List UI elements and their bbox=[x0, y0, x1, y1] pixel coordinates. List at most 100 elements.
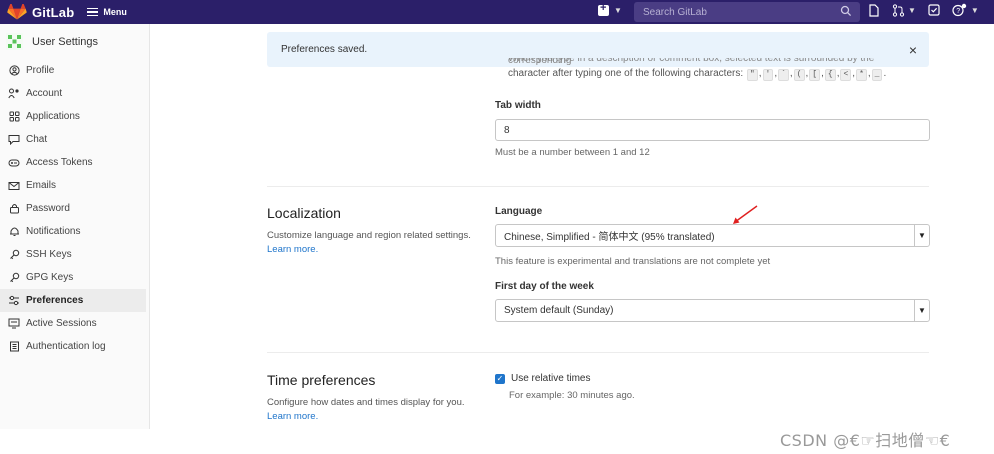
close-icon[interactable]: × bbox=[909, 42, 917, 58]
sidebar-item-label: Emails bbox=[26, 180, 57, 191]
surround-key: ` bbox=[778, 69, 789, 81]
tab-width-value: 8 bbox=[504, 124, 510, 136]
flash-message: Preferences saved. bbox=[281, 44, 368, 55]
sidebar-item-label: Account bbox=[26, 88, 63, 99]
issues-icon bbox=[869, 3, 879, 17]
brand-name: GitLab bbox=[32, 4, 75, 20]
checkmark-icon: ✓ bbox=[495, 373, 505, 384]
surround-help-text: character after typing one of the follow… bbox=[508, 68, 744, 79]
chevron-down-icon: ▼ bbox=[914, 300, 929, 321]
menu-button[interactable]: Menu bbox=[87, 7, 127, 17]
surround-key: < bbox=[840, 69, 852, 81]
sidebar-item-profile[interactable]: Profile bbox=[0, 59, 146, 82]
localization-desc-text: Customize language and region related se… bbox=[267, 230, 471, 241]
sidebar-item-applications[interactable]: Applications bbox=[0, 105, 146, 128]
first-day-select[interactable]: System default (Sunday) ▼ bbox=[495, 299, 930, 322]
sidebar-item-label: GPG Keys bbox=[26, 272, 74, 283]
sidebar-item-active-sessions[interactable]: Active Sessions bbox=[0, 312, 146, 335]
profile-icon bbox=[8, 65, 20, 77]
surround-keys: ", ', `,(,[,{, <, *, _. bbox=[746, 68, 886, 81]
section-divider bbox=[267, 186, 929, 187]
sidebar-nav: Profile Account Applications Chat Access Tok… bbox=[0, 59, 149, 358]
time-preferences-desc-text: Configure how dates and times display fo… bbox=[267, 397, 465, 408]
localization-learn-more-link[interactable]: Learn more. bbox=[267, 244, 318, 255]
chevron-down-icon: ▼ bbox=[970, 5, 979, 15]
search-input[interactable]: Search GitLab bbox=[634, 2, 860, 22]
sidebar-item-gpg-keys[interactable]: GPG Keys bbox=[0, 266, 146, 289]
chevron-down-icon: ▼ bbox=[614, 6, 622, 15]
sidebar-item-access-tokens[interactable]: Access Tokens bbox=[0, 151, 146, 174]
sidebar-item-chat[interactable]: Chat bbox=[0, 128, 146, 151]
settings-sidebar: User Settings Profile Account Applications… bbox=[0, 24, 150, 429]
lock-icon bbox=[8, 203, 20, 215]
sidebar-item-preferences[interactable]: Preferences bbox=[0, 289, 146, 312]
language-selected-value: Chinese, Simplified - 简体中文 (95% translat… bbox=[504, 232, 715, 243]
preferences-icon bbox=[8, 295, 20, 307]
sidebar-item-label: Preferences bbox=[26, 295, 84, 306]
sidebar-item-label: Password bbox=[26, 203, 70, 214]
tab-width-label: Tab width bbox=[495, 100, 541, 111]
sidebar-item-label: Profile bbox=[26, 65, 55, 76]
first-day-label: First day of the week bbox=[495, 281, 594, 292]
localization-title: Localization bbox=[267, 205, 341, 221]
sidebar-item-account[interactable]: Account bbox=[0, 82, 146, 105]
relative-times-checkbox[interactable]: ✓ Use relative times bbox=[495, 373, 590, 384]
csdn-watermark: CSDN @€☞扫地僧☜€ bbox=[780, 431, 951, 450]
chevron-down-icon: ▼ bbox=[908, 5, 916, 15]
surround-help-line-1: When you type in a description or commen… bbox=[508, 58, 875, 66]
email-icon bbox=[8, 180, 20, 192]
svg-text:?: ? bbox=[956, 8, 960, 15]
surround-key: ' bbox=[762, 69, 774, 81]
user-avatar-icon bbox=[6, 33, 23, 50]
surround-key: [ bbox=[809, 69, 821, 81]
sidebar-item-emails[interactable]: Emails bbox=[0, 174, 146, 197]
hamburger-icon bbox=[87, 7, 99, 17]
relative-times-label: Use relative times bbox=[511, 373, 591, 384]
sidebar-item-label: Authentication log bbox=[26, 341, 106, 352]
new-dropdown-button[interactable]: ▼ bbox=[598, 2, 622, 16]
sidebar-item-ssh-keys[interactable]: SSH Keys bbox=[0, 243, 146, 266]
chat-icon bbox=[8, 134, 20, 146]
search-placeholder: Search GitLab bbox=[643, 6, 707, 18]
help-button[interactable]: ? ▼ bbox=[952, 3, 979, 17]
sidebar-item-label: Notifications bbox=[26, 226, 81, 237]
todo-check-icon bbox=[928, 4, 940, 16]
language-select[interactable]: Chinese, Simplified - 简体中文 (95% translat… bbox=[495, 224, 930, 247]
relative-times-example: For example: 30 minutes ago. bbox=[509, 390, 635, 401]
surround-selection-help: When you type in a description or commen… bbox=[508, 58, 930, 81]
navbar-icons: ▼ ? ▼ bbox=[868, 3, 979, 17]
first-day-selected-value: System default (Sunday) bbox=[504, 305, 614, 316]
language-label: Language bbox=[495, 206, 543, 217]
top-navbar: GitLab Menu ▼ Search GitLab ▼ ? ▼ bbox=[0, 0, 994, 24]
sidebar-item-label: Active Sessions bbox=[26, 318, 97, 329]
tab-width-input[interactable]: 8 bbox=[495, 119, 930, 141]
time-preferences-learn-more-link[interactable]: Learn more. bbox=[267, 411, 318, 422]
sidebar-item-label: Applications bbox=[26, 111, 80, 122]
bell-icon bbox=[8, 226, 20, 238]
key-icon bbox=[8, 249, 20, 261]
sidebar-item-password[interactable]: Password bbox=[0, 197, 146, 220]
merge-requests-button[interactable]: ▼ bbox=[892, 3, 916, 17]
sidebar-item-label: Chat bbox=[26, 134, 48, 145]
account-icon bbox=[8, 88, 20, 100]
monitor-icon bbox=[8, 318, 20, 330]
surround-key: * bbox=[856, 69, 867, 81]
section-divider bbox=[267, 352, 929, 353]
sidebar-item-authentication-log[interactable]: Authentication log bbox=[0, 335, 146, 358]
sidebar-header[interactable]: User Settings bbox=[0, 24, 149, 59]
todos-button[interactable] bbox=[928, 4, 940, 16]
tab-width-help: Must be a number between 1 and 12 bbox=[495, 147, 650, 158]
time-preferences-description: Configure how dates and times display fo… bbox=[267, 396, 482, 424]
sidebar-item-notifications[interactable]: Notifications bbox=[0, 220, 146, 243]
issues-button[interactable] bbox=[868, 3, 880, 17]
surround-key: _ bbox=[871, 69, 883, 81]
gitlab-home-link[interactable]: GitLab bbox=[7, 4, 74, 20]
surround-key: " bbox=[746, 69, 758, 81]
sidebar-item-label: SSH Keys bbox=[26, 249, 72, 260]
merge-request-icon bbox=[892, 3, 905, 17]
red-annotation-arrow-icon bbox=[733, 205, 758, 224]
applications-icon bbox=[8, 111, 20, 123]
plus-square-icon bbox=[598, 2, 609, 16]
surround-help-line-2: character after typing one of the follow… bbox=[508, 66, 930, 81]
search-icon bbox=[840, 5, 852, 17]
